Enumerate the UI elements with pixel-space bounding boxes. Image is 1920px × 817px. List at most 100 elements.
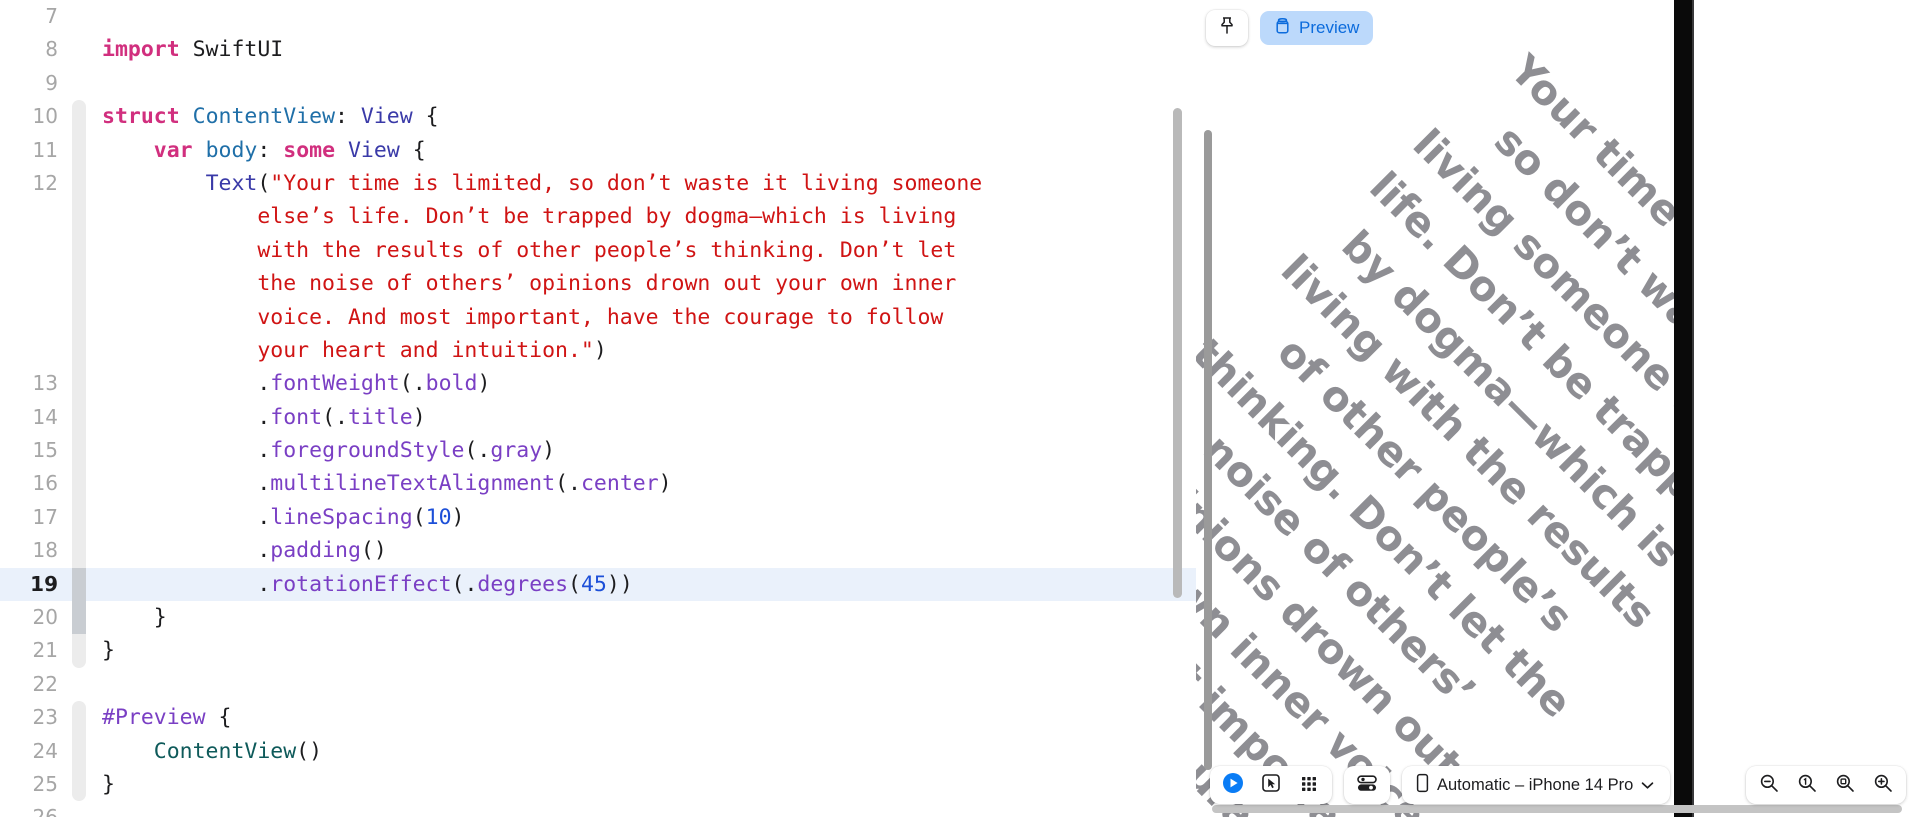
code-line[interactable]: 8 import SwiftUI (0, 33, 1196, 66)
line-number: 9 (45, 70, 58, 95)
code-editor[interactable]: 7 8 import SwiftUI 9 10 struct ContentView: V… (0, 0, 1196, 817)
code-line-source: .padding() (86, 534, 386, 567)
phone-icon (1416, 773, 1429, 798)
code-line[interactable]: 19 .rotationEffect(.degrees(45)) (0, 567, 1196, 602)
zoom-out-button[interactable] (1750, 768, 1788, 802)
device-settings-button[interactable] (1348, 768, 1386, 802)
zoom-100-button[interactable] (1788, 768, 1826, 802)
line-number: 25 (32, 771, 58, 796)
code-fold-ribbon[interactable] (72, 400, 86, 435)
line-number: 19 (30, 571, 58, 596)
code-fold-ribbon[interactable] (72, 333, 86, 368)
code-line[interactable]: 23 #Preview { (0, 701, 1196, 735)
line-number: 13 (32, 371, 58, 396)
device-picker[interactable]: Automatic – iPhone 14 Pro (1406, 773, 1666, 798)
code-token: some (283, 137, 336, 163)
code-line[interactable]: 7 (0, 0, 1196, 33)
code-line[interactable]: else’s life. Don’t be trapped by dogma—w… (0, 200, 1196, 234)
zoom-fit-button[interactable] (1826, 768, 1864, 802)
code-line[interactable]: 26 (0, 801, 1196, 817)
code-line[interactable]: 22 (0, 668, 1196, 701)
device-preview-icon (1274, 17, 1291, 40)
preview-tab-button[interactable]: Preview (1260, 11, 1374, 45)
sliders-icon (1355, 772, 1379, 799)
code-token: with the results of other people’s think… (102, 237, 957, 263)
code-token: ( (568, 571, 581, 597)
code-token: ( (464, 438, 478, 464)
code-fold-ribbon[interactable] (72, 166, 86, 201)
play-preview-button[interactable] (1214, 768, 1252, 802)
zoom-in-icon (1872, 772, 1894, 799)
code-token: ( (257, 170, 271, 196)
preview-variants-button[interactable] (1290, 768, 1328, 802)
code-line[interactable]: the noise of others’ opinions drown out … (0, 267, 1196, 301)
line-number: 17 (32, 504, 58, 529)
code-token: padding (270, 538, 361, 564)
code-line[interactable]: voice. And most important, have the cour… (0, 300, 1196, 334)
code-fold-ribbon[interactable] (72, 233, 86, 268)
code-token: the noise of others’ opinions drown out … (102, 271, 957, 297)
source-editor-pane[interactable]: 7 8 import SwiftUI 9 10 struct ContentView: V… (0, 0, 1196, 817)
code-line[interactable]: 15 .foregroundStyle(.gray) (0, 434, 1196, 468)
code-token: : (335, 104, 361, 130)
code-fold-ribbon[interactable] (72, 500, 86, 535)
code-fold-ribbon[interactable] (72, 100, 86, 134)
code-line[interactable]: 9 (0, 67, 1196, 100)
code-line-source: .foregroundStyle(.gray) (86, 434, 555, 467)
code-token: . (477, 438, 491, 464)
code-line[interactable]: 13 .fontWeight(.bold) (0, 367, 1196, 401)
editor-vertical-scrollbar[interactable] (1173, 108, 1182, 598)
code-line-source: #Preview { (86, 701, 231, 734)
select-mode-button[interactable] (1252, 768, 1290, 802)
code-fold-ribbon[interactable] (72, 133, 86, 167)
code-fold-ribbon[interactable] (72, 701, 86, 735)
code-fold-ribbon[interactable] (72, 33, 86, 66)
code-fold-ribbon[interactable] (72, 434, 86, 468)
code-line[interactable]: 20 } (0, 601, 1196, 635)
code-fold-ribbon[interactable] (72, 300, 86, 334)
code-line[interactable]: 10 struct ContentView: View { (0, 100, 1196, 134)
code-line[interactable]: with the results of other people’s think… (0, 233, 1196, 268)
code-token: multilineTextAlignment (270, 471, 556, 497)
preview-pane[interactable]: Your time is limited, so don’t waste it … (1196, 0, 1920, 817)
code-line[interactable]: 16 .multilineTextAlignment(.center) (0, 467, 1196, 501)
code-fold-ribbon[interactable] (72, 734, 86, 768)
code-line[interactable]: your heart and intuition.") (0, 333, 1196, 368)
code-fold-ribbon[interactable] (72, 634, 86, 668)
code-line[interactable]: 12 Text("Your time is limited, so don’t … (0, 166, 1196, 201)
line-number: 16 (32, 471, 58, 496)
code-fold-ribbon[interactable] (72, 367, 86, 401)
code-line[interactable]: 14 .font(.title) (0, 400, 1196, 435)
pin-preview-button[interactable] (1206, 10, 1248, 46)
code-fold-ribbon[interactable] (72, 467, 86, 501)
code-line[interactable]: 24 ContentView() (0, 734, 1196, 768)
code-token: View (360, 104, 413, 130)
code-fold-ribbon[interactable] (72, 267, 86, 301)
code-token: { (412, 104, 439, 130)
zoom-in-button[interactable] (1864, 768, 1902, 802)
code-line[interactable]: 21} (0, 634, 1196, 668)
code-line[interactable]: 18 .padding() (0, 534, 1196, 568)
code-fold-ribbon[interactable] (72, 801, 86, 817)
device-screen[interactable]: Your time is limited, so don’t waste it … (1196, 0, 1674, 817)
code-line[interactable]: 25} (0, 767, 1196, 802)
canvas-vertical-scrollbar[interactable] (1204, 130, 1212, 770)
code-fold-ribbon[interactable] (72, 200, 86, 234)
preview-canvas[interactable]: Your time is limited, so don’t waste it … (1196, 0, 1920, 817)
code-fold-ribbon[interactable] (72, 567, 86, 602)
code-token: 10 (425, 504, 452, 530)
code-line[interactable]: 17 .lineSpacing(10) (0, 500, 1196, 535)
code-fold-ribbon[interactable] (72, 534, 86, 568)
code-fold-ribbon[interactable] (72, 67, 86, 100)
code-fold-ribbon[interactable] (72, 601, 86, 635)
device-picker-group[interactable]: Automatic – iPhone 14 Pro (1402, 766, 1671, 804)
code-fold-ribbon[interactable] (72, 668, 86, 701)
code-fold-ribbon[interactable] (72, 0, 86, 33)
code-token: ) (477, 371, 491, 397)
code-line[interactable]: 11 var body: some View { (0, 133, 1196, 167)
line-number: 21 (32, 638, 58, 663)
code-fold-ribbon[interactable] (72, 767, 86, 802)
